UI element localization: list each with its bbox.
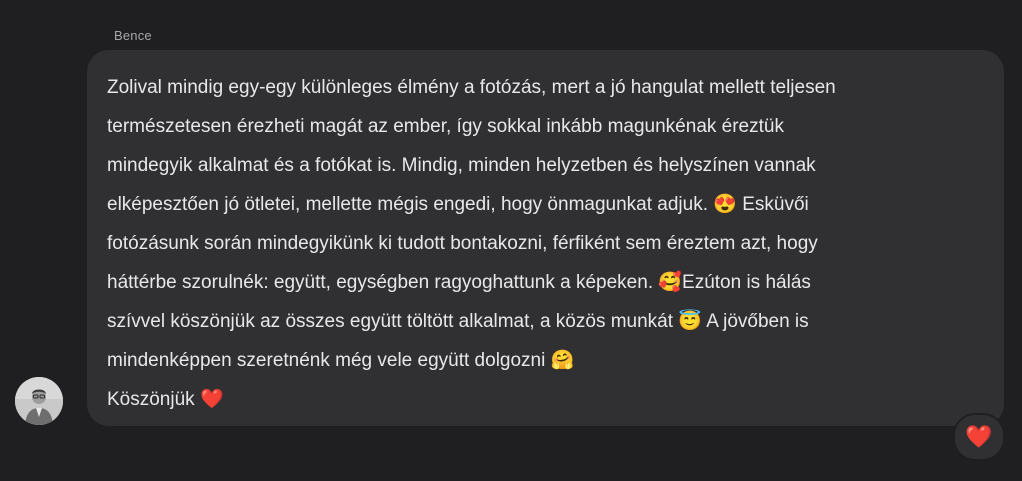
avatar-photo-icon	[15, 377, 63, 425]
message-line: fotózásunk során mindegyikünk ki tudott …	[107, 233, 818, 254]
message-bubble[interactable]: Zolival mindig egy-egy különleges élmény…	[87, 50, 1004, 426]
avatar[interactable]	[15, 377, 63, 425]
message-line: elképesztően jó ötletei, mellette mégis …	[107, 194, 809, 215]
sender-name: Bence	[114, 28, 152, 43]
heart-reaction-badge[interactable]: ❤️	[953, 413, 1005, 461]
message-line: Köszönjük ❤️	[107, 389, 224, 410]
message-line: Zolival mindig egy-egy különleges élmény…	[107, 77, 836, 98]
heart-icon: ❤️	[965, 424, 993, 449]
message-line: szívvel köszönjük az összes együtt töltö…	[107, 311, 809, 332]
message-line: mindenképpen szeretnénk még vele együtt …	[107, 350, 575, 371]
message-line: háttérbe szorulnék: együtt, egységben ra…	[107, 272, 811, 293]
message-line: természetesen érezheti magát az ember, í…	[107, 116, 784, 137]
message-line: mindegyik alkalmat és a fotókat is. Mind…	[107, 155, 816, 176]
